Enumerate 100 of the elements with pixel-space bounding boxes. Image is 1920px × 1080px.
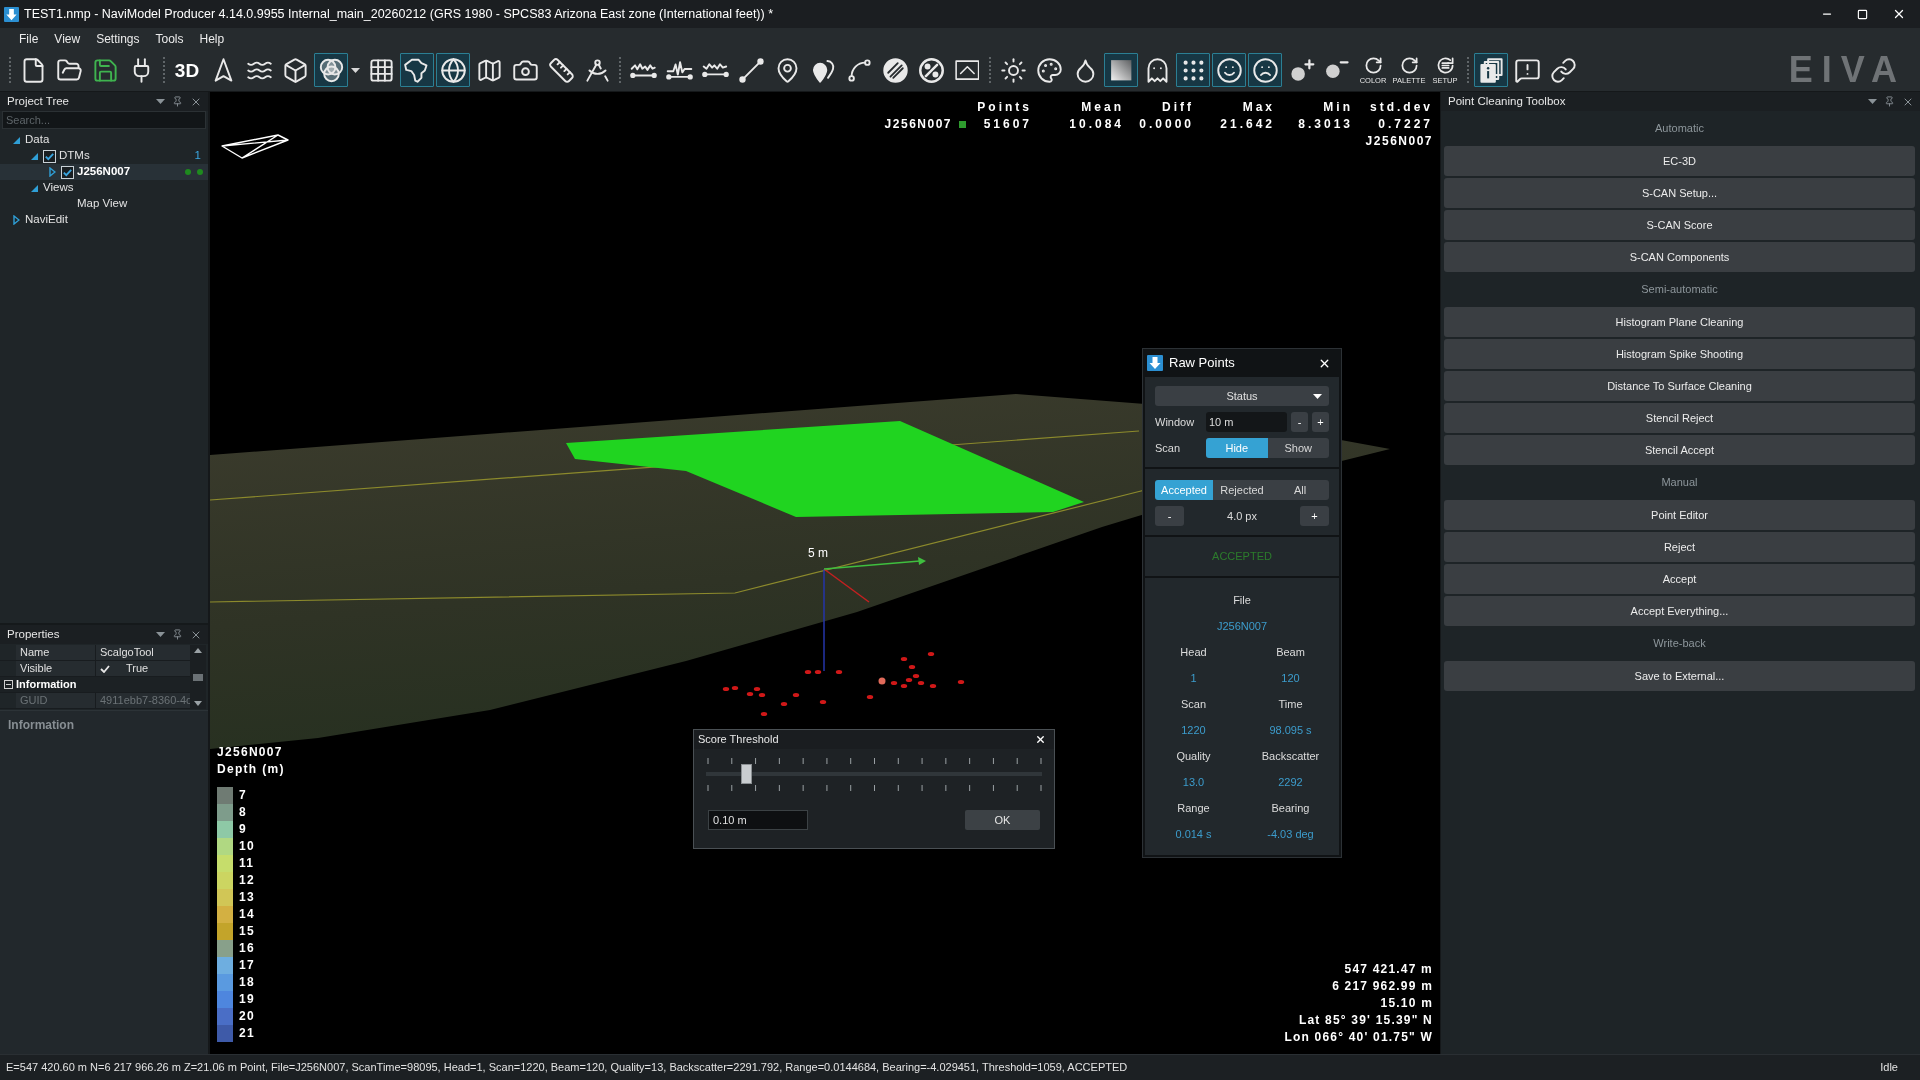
column-header: Points [976,99,1032,116]
tree-item[interactable]: Views [0,180,208,196]
toolbox-button[interactable]: Reject [1444,532,1915,562]
triangle-down-icon[interactable] [30,152,38,160]
percent-circle-icon [917,56,945,84]
menu-item[interactable]: View [46,28,89,49]
section-label: Manual [1661,475,1698,491]
toolbox-button[interactable]: Stencil Reject [1444,403,1915,433]
dropdown[interactable]: Status [1155,386,1329,406]
toolbox-button[interactable]: Histogram Plane Cleaning [1444,307,1915,337]
pin-icon[interactable] [172,96,183,107]
tree-item[interactable]: J256N007 [0,164,208,180]
property-name: Visible [16,661,96,676]
section-label: Semi-automatic [1641,282,1718,298]
toolbar-button[interactable] [1474,53,1508,87]
stat-value: 51607 [982,116,1032,133]
field-value: J256N007 [1216,618,1268,634]
description-title: Information [8,718,74,732]
toolbar-button[interactable]: 3D [170,53,204,87]
menu-item[interactable]: File [11,28,47,49]
menu-item[interactable]: Help [191,28,233,49]
chevron-frame-icon [954,59,980,81]
field-value: 2292 [1278,774,1303,790]
checkmark-icon[interactable] [100,664,110,673]
field-label: Range [1177,800,1210,816]
toolbox-button[interactable]: Stencil Accept [1444,435,1915,465]
maximize-icon[interactable] [1857,8,1868,20]
ruler-icon [547,56,575,84]
caret-down-icon[interactable] [1868,99,1877,104]
segment-button[interactable]: Show [1267,438,1329,458]
toolbar-button[interactable] [400,53,434,87]
toolbar-button[interactable] [436,53,470,87]
group-label: Information [16,677,77,693]
toolbar-button[interactable] [1104,53,1138,87]
caret-down-icon[interactable] [156,632,165,637]
toolbar-button[interactable] [1176,53,1210,87]
legend-title: J256N007 [217,744,284,761]
stepper-button[interactable]: - [1155,506,1184,526]
checkbox[interactable] [61,165,74,179]
toolbox-button[interactable]: S-CAN Components [1444,242,1915,272]
toolbox-button[interactable]: S-CAN Setup... [1444,178,1915,208]
toolbar-button[interactable] [1212,53,1246,87]
toolbar-button[interactable] [1248,53,1282,87]
scrollbar-thumb[interactable] [193,673,203,681]
legend-label: 8 [239,804,247,821]
scroll-up-icon[interactable] [194,648,202,653]
pin-icon[interactable] [1884,96,1895,107]
close-icon[interactable] [1035,734,1046,745]
tree-item[interactable]: Data [0,132,208,148]
menu-item[interactable]: Settings [88,28,148,49]
field-label: Bearing [1271,800,1310,816]
toolbox-button[interactable]: Point Editor [1444,500,1915,530]
triangle-right-icon[interactable] [12,215,20,225]
coordinate-text: 15.10 m [1380,995,1433,1012]
toolbox-button[interactable]: Distance To Surface Cleaning [1444,371,1915,401]
arrow-down-icon [4,6,19,22]
scale-label: 5 m [808,545,828,562]
scroll-down-icon[interactable] [194,701,202,706]
field-value: 1 [1190,670,1197,686]
coordinate-text: Lon 066° 40' 01.75" W [1284,1029,1433,1046]
toolbox-button[interactable]: Accept [1444,564,1915,594]
search-field[interactable]: Search... [2,111,206,129]
slider-thumb[interactable] [741,764,753,784]
tree-item[interactable]: DTMs 1 [0,148,208,164]
toolbox-button[interactable]: S-CAN Score [1444,210,1915,240]
caret-down-icon[interactable] [156,99,165,104]
input-field[interactable]: 10 m [1206,412,1287,432]
sad-face-icon [1251,56,1279,84]
column-header: Mean [1080,99,1124,116]
segment-button[interactable]: All [1271,480,1329,500]
menu-item[interactable]: Tools [147,28,192,49]
checkbox[interactable] [43,149,56,163]
toolbox-button[interactable]: Save to External... [1444,661,1915,691]
triangle-right-icon[interactable] [48,167,56,177]
value-field[interactable]: 0.10 m [708,810,808,830]
stepper-button[interactable]: + [1312,412,1329,432]
scrollbar[interactable] [190,645,206,709]
tree-item[interactable]: Map View [0,196,208,212]
segment-button[interactable]: Rejected [1213,480,1271,500]
caret-down-icon[interactable] [351,67,360,73]
legend-label: 10 [239,838,255,855]
close-icon[interactable] [1892,7,1906,21]
triangle-down-icon[interactable] [30,184,38,192]
pin-icon[interactable] [172,629,183,640]
property-name: Name [16,645,96,660]
toolbox-button[interactable]: EC-3D [1444,146,1915,176]
drafting-compass-icon [583,56,611,84]
tree-item[interactable]: NaviEdit [0,212,208,228]
toolbox-button[interactable]: Accept Everything... [1444,596,1915,626]
field-label: Time [1278,696,1303,712]
stepper-button[interactable]: - [1291,412,1308,432]
toolbar-button[interactable] [314,53,348,87]
field-value: 120 [1281,670,1300,686]
stepper-button[interactable]: + [1300,506,1329,526]
ok-button[interactable]: OK [965,810,1040,830]
minus-box-icon[interactable] [3,680,13,689]
logo-text: EIVA [1788,52,1906,88]
toolbox-button[interactable]: Histogram Spike Shooting [1444,339,1915,369]
triangle-down-icon[interactable] [12,136,20,144]
field-label: Quality [1176,748,1211,764]
